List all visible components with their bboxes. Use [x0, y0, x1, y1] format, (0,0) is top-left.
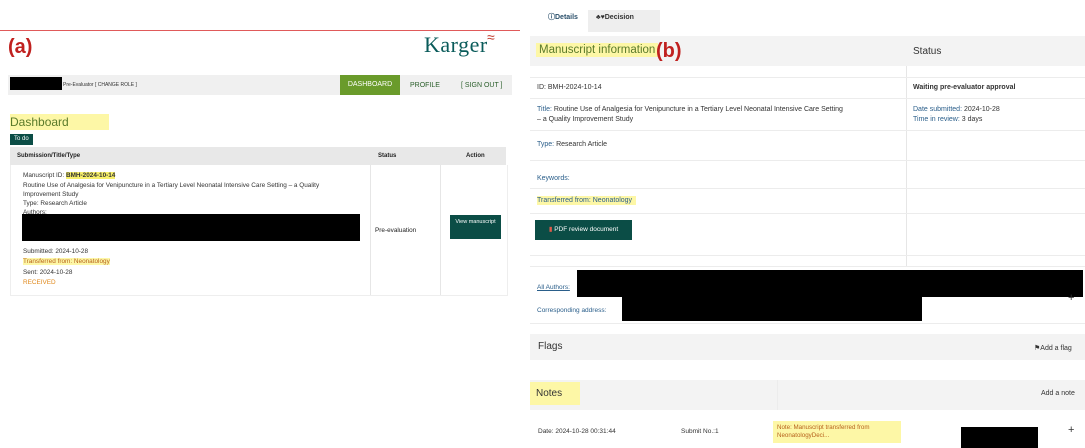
- redacted-username: [10, 77, 62, 90]
- tab-details[interactable]: ⓘDetails: [538, 10, 588, 32]
- submitted-date: Submitted: 2024-10-28: [23, 248, 89, 255]
- divider: [530, 266, 1085, 267]
- transferred-from: Transferred from: Neonatology: [537, 196, 637, 205]
- divider: [530, 188, 1085, 189]
- col-divider: [906, 66, 907, 266]
- karger-logo: Karger: [424, 32, 488, 57]
- divider: [530, 98, 1085, 99]
- col-divider: [440, 165, 441, 295]
- tab-decision[interactable]: ♣♥Decision: [588, 10, 660, 32]
- panel-label-a: (a): [8, 36, 33, 58]
- divider: [777, 380, 778, 410]
- manuscript-id: ID: BMH-2024-10-14: [537, 84, 602, 91]
- date-submitted-value: 2024-10-28: [963, 106, 1000, 113]
- keywords-label-text: Keywords:: [537, 175, 570, 182]
- date-submitted: Date submitted: 2024-10-28: [913, 106, 1000, 113]
- time-in-review-value: 3 days: [961, 116, 983, 123]
- type-label: Type:: [537, 141, 555, 148]
- col-status: Status: [378, 153, 397, 159]
- tab-details-label: Details: [555, 14, 578, 21]
- manuscript-title-line1: Routine Use of Analgesia for Venipunctur…: [23, 182, 320, 189]
- manuscript-title-line2: Improvement Study: [23, 191, 79, 198]
- all-authors-link[interactable]: All Authors:: [537, 284, 570, 291]
- title-label: Title:: [537, 106, 552, 113]
- pdf-icon: ▮: [548, 226, 553, 233]
- manuscript-id-label: Manuscript ID:: [23, 172, 65, 179]
- pdf-review-button[interactable]: ▮ PDF review document: [535, 220, 632, 240]
- manuscript-title-line2: – a Quality Improvement Study: [537, 116, 634, 123]
- col-divider: [370, 165, 371, 295]
- expand-plus-icon[interactable]: +: [1068, 292, 1074, 304]
- tab-decision-label: Decision: [604, 14, 634, 21]
- row-status: Pre-evaluation: [375, 227, 417, 234]
- transferred-text: Transferred from: Neonatology: [537, 197, 633, 204]
- manuscript-id-value: BMH-2024-10-14: [65, 172, 116, 179]
- tab-todo[interactable]: To do: [10, 134, 33, 145]
- received-status: RECEIVED: [23, 279, 56, 286]
- nav-profile[interactable]: PROFILE: [410, 82, 440, 89]
- status-value: Waiting pre-evaluator approval: [913, 84, 1016, 91]
- note-submit-no: Submit No.:1: [681, 428, 719, 435]
- table-header: Submission/Title/Type Status Action: [10, 147, 506, 165]
- page-title: Dashboard: [10, 114, 109, 130]
- expand-note-plus-icon[interactable]: +: [1068, 424, 1074, 436]
- manuscript-title: Title: Routine Use of Analgesia for Veni…: [537, 106, 843, 113]
- note-text: Note: Manuscript transferred from Neonat…: [773, 421, 901, 443]
- divider: [530, 213, 1085, 214]
- redacted-note-author: [961, 427, 1038, 448]
- transferred-from: Transferred from: Neonatology: [23, 258, 110, 265]
- add-flag-button[interactable]: ⚑Add a flag: [1034, 344, 1072, 352]
- note-text-line2: NeonatologyDeci...: [777, 431, 830, 439]
- divider: [530, 255, 1085, 256]
- col-submission: Submission/Title/Type: [17, 153, 81, 159]
- add-flag-label: Add a flag: [1040, 345, 1072, 352]
- manuscript-details-panel: ⓘDetails ♣♥Decision Manuscript informati…: [530, 0, 1085, 448]
- type-value: Research Article: [556, 141, 608, 148]
- date-submitted-label: Date submitted:: [913, 106, 963, 113]
- add-note-button[interactable]: Add a note: [1041, 390, 1075, 397]
- notes-section: [530, 380, 1085, 410]
- nav-dashboard[interactable]: DASHBOARD: [340, 75, 400, 95]
- note-text-line1: Note: Manuscript transferred from: [777, 424, 870, 431]
- divider: [530, 160, 1085, 161]
- redacted-authors: [22, 214, 360, 241]
- sent-date: Sent: 2024-10-28: [23, 269, 73, 276]
- nav-signout[interactable]: [ SIGN OUT ]: [461, 82, 503, 89]
- decision-icon: ♣♥: [596, 14, 605, 21]
- divider: [530, 77, 1085, 78]
- flags-section: [530, 334, 1085, 360]
- time-in-review: Time in review: 3 days: [913, 116, 982, 123]
- keywords-label: Keywords:: [537, 175, 570, 182]
- redacted-address: [622, 297, 922, 321]
- corresponding-address-label: Corresponding address:: [537, 307, 607, 314]
- notes-title: Notes: [530, 382, 581, 405]
- logo-mark-icon: ≈: [487, 29, 495, 45]
- manuscript-type: Type: Research Article: [23, 200, 87, 207]
- top-rule: [0, 30, 520, 31]
- manuscript-info-title: Manuscript information: [536, 43, 659, 57]
- view-manuscript-button[interactable]: View manuscript: [450, 215, 501, 239]
- col-action: Action: [466, 153, 485, 159]
- time-in-review-label: Time in review:: [913, 116, 960, 123]
- pdf-button-label: PDF review document: [554, 226, 619, 233]
- status-title: Status: [913, 46, 942, 57]
- details-icon: ⓘ: [548, 14, 555, 21]
- panel-label-b: (b): [656, 40, 682, 62]
- role-switch[interactable]: Pre-Evaluator [ CHANGE ROLE ]: [63, 82, 137, 88]
- dashboard-panel: (a) Karger ≈ Pre-Evaluator [ CHANGE ROLE…: [0, 0, 520, 448]
- divider: [530, 323, 1085, 324]
- manuscript-type: Type: Research Article: [537, 141, 607, 148]
- manuscript-id: Manuscript ID: BMH-2024-10-14: [23, 172, 116, 179]
- redacted-authors: [577, 270, 1083, 297]
- title-value: Routine Use of Analgesia for Venipunctur…: [553, 106, 843, 113]
- flags-title: Flags: [538, 341, 563, 352]
- divider: [530, 130, 1085, 131]
- note-date: Date: 2024-10-28 00:31:44: [538, 428, 616, 435]
